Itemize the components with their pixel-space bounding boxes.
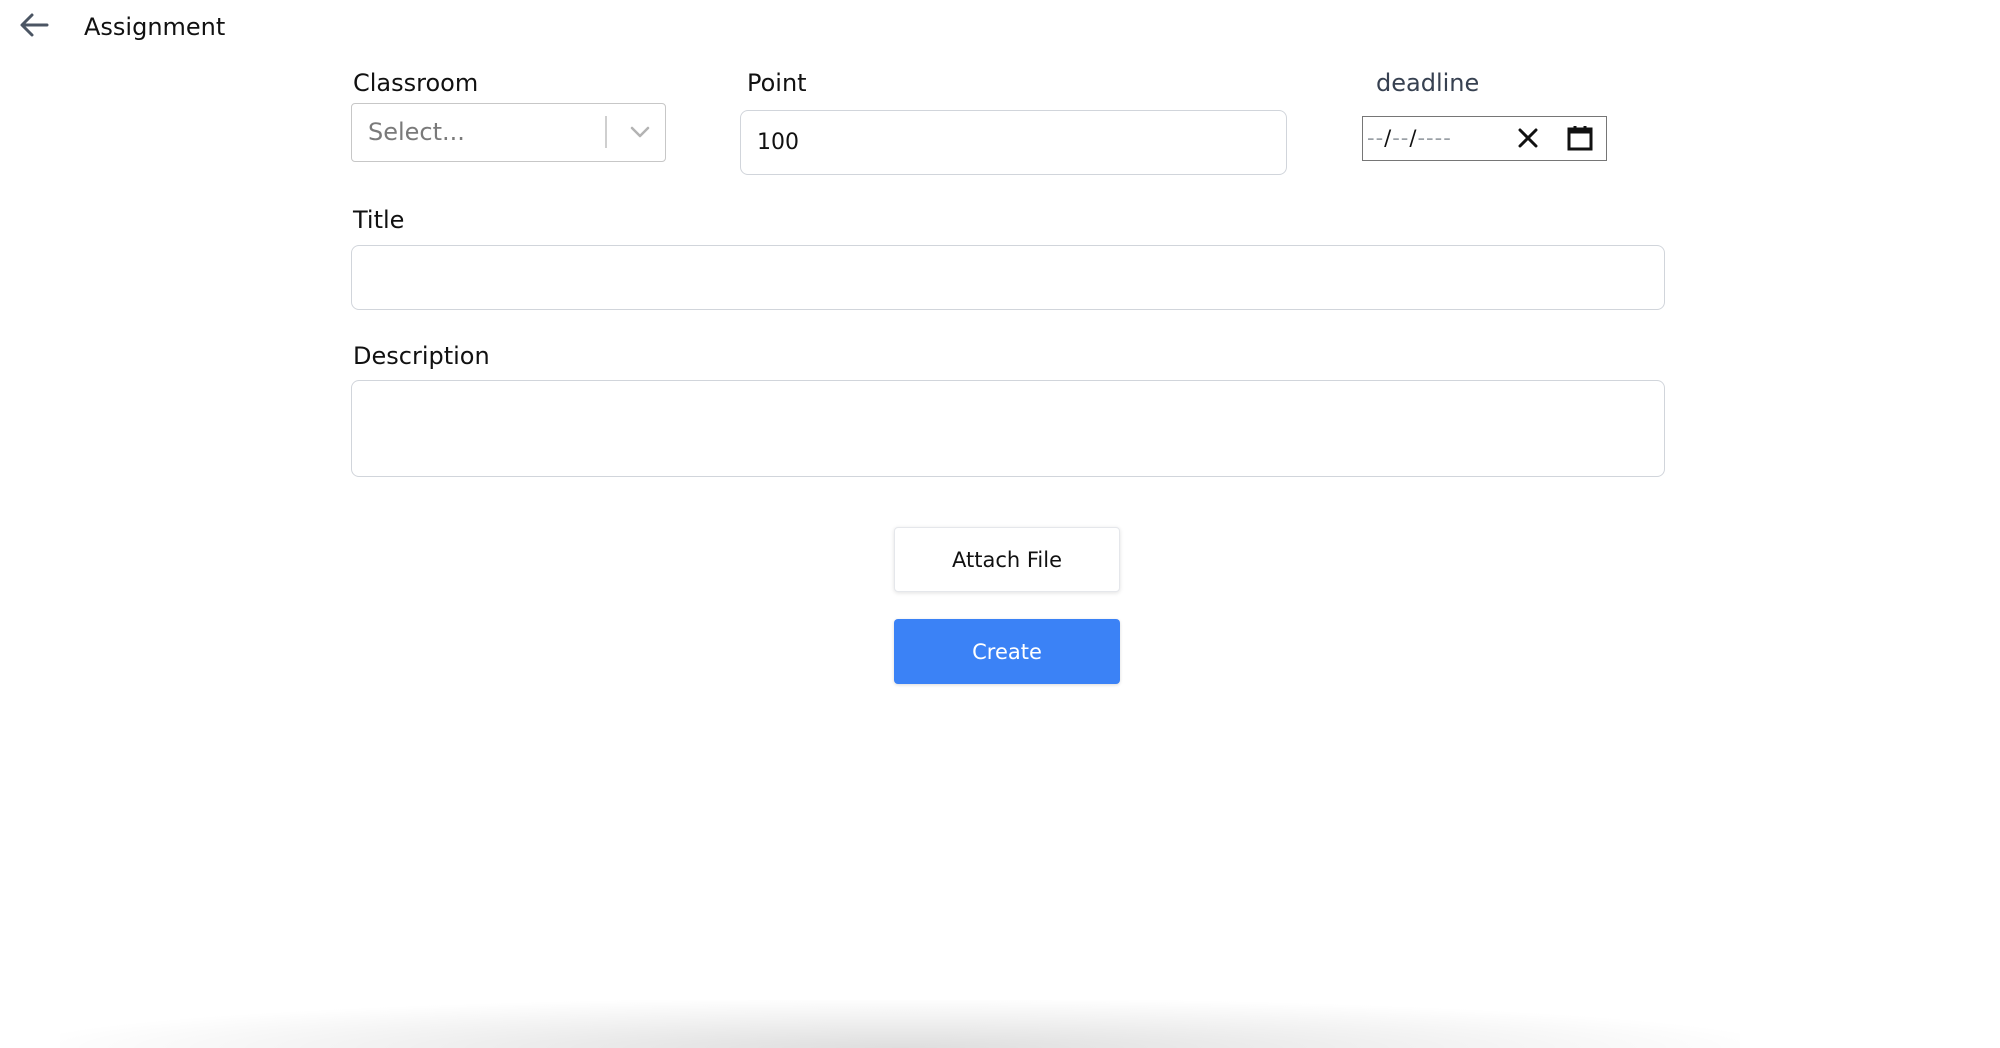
attach-file-button[interactable]: Attach File [894,527,1120,592]
title-label: Title [353,206,405,234]
chevron-down-icon[interactable] [618,104,662,160]
point-input[interactable] [740,110,1287,175]
bottom-shadow [60,1000,1740,1048]
description-textarea[interactable] [351,380,1665,477]
deadline-label: deadline [1376,69,1480,97]
calendar-icon[interactable] [1565,123,1595,153]
create-button[interactable]: Create [894,619,1120,684]
back-button[interactable] [14,10,54,44]
arrow-left-icon [19,12,49,42]
classroom-select[interactable]: Select... [351,103,666,162]
classroom-label: Classroom [353,69,479,97]
deadline-date-input[interactable]: --/--/---- [1362,116,1607,161]
title-input[interactable] [351,245,1665,310]
page-title: Assignment [84,13,226,41]
description-label: Description [353,342,490,370]
close-icon[interactable] [1515,125,1541,151]
select-separator [605,116,607,148]
point-label: Point [747,69,807,97]
deadline-placeholder[interactable]: --/--/---- [1367,117,1452,159]
classroom-select-placeholder: Select... [368,118,465,146]
